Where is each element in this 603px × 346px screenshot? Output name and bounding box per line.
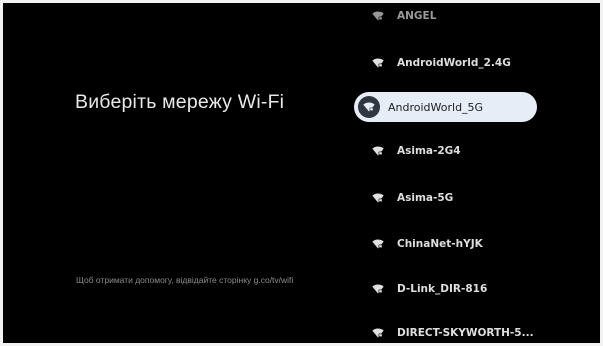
network-ssid: Asima-5G xyxy=(397,192,454,204)
tv-screen: Виберіть мережу Wi-Fi Щоб отримати допом… xyxy=(3,3,600,343)
wifi-lock-icon xyxy=(371,9,385,23)
wifi-lock-icon xyxy=(371,326,385,340)
wifi-lock-icon xyxy=(371,144,385,158)
network-item-androidworld-2-4g[interactable]: AndroidWorld_2.4G xyxy=(357,49,511,77)
wifi-lock-icon xyxy=(371,282,385,296)
network-ssid: DIRECT-SKYWORTH-5... xyxy=(397,327,534,339)
network-ssid: Asima-2G4 xyxy=(397,145,461,157)
network-item-chinanet-hyjk[interactable]: ChinaNet-hYJK xyxy=(357,230,483,258)
network-ssid: D-Link_DIR-816 xyxy=(397,283,488,295)
wifi-lock-icon xyxy=(371,191,385,205)
network-item-androidworld-5g[interactable]: AndroidWorld_5G xyxy=(354,92,537,122)
network-item-asima-2g4[interactable]: Asima-2G4 xyxy=(357,137,461,165)
network-item-asima-5g[interactable]: Asima-5G xyxy=(357,184,453,212)
wifi-lock-icon xyxy=(371,56,385,70)
network-item-d-link-dir-816[interactable]: D-Link_DIR-816 xyxy=(357,275,487,303)
wifi-network-list: ANGEL AndroidWorld_2.4G AndroidWorld_5G … xyxy=(3,3,600,343)
network-ssid: ChinaNet-hYJK xyxy=(397,238,483,250)
wifi-lock-icon xyxy=(371,237,385,251)
network-item-direct-skyworth[interactable]: DIRECT-SKYWORTH-5... xyxy=(357,319,534,343)
network-ssid: ANGEL xyxy=(397,10,437,22)
wifi-lock-icon xyxy=(358,96,380,118)
network-ssid: AndroidWorld_2.4G xyxy=(397,57,511,69)
network-item-angel[interactable]: ANGEL xyxy=(357,3,436,30)
network-ssid: AndroidWorld_5G xyxy=(388,100,484,114)
